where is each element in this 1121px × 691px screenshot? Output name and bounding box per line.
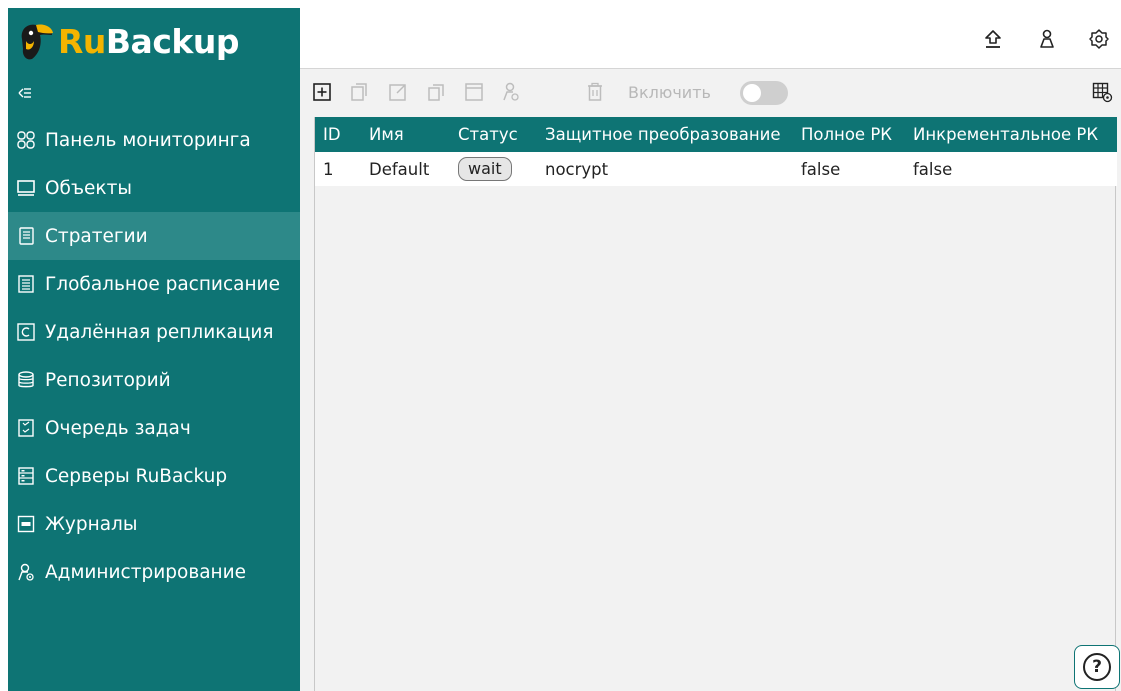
sidebar-item-remote-replication[interactable]: Удалённая репликация [8,308,300,356]
schedule-icon [16,274,36,294]
sidebar-item-label: Объекты [45,177,132,199]
cell-name: Default [369,159,430,179]
dashboard-icon [16,130,36,150]
sidebar-item-logs[interactable]: Журналы [8,500,300,548]
add-icon[interactable] [311,81,333,103]
admin-icon [16,562,36,582]
cell-protection: nocrypt [545,159,609,179]
column-header-status[interactable]: Статус [450,117,537,152]
upload-icon[interactable] [982,28,1004,50]
sidebar-item-task-queue[interactable]: Очередь задач [8,404,300,452]
help-button[interactable]: ? [1074,645,1120,689]
copy-icon[interactable] [348,81,370,103]
sidebar-item-objects[interactable]: Объекты [8,164,300,212]
enable-label: Включить [628,83,711,102]
sidebar-item-label: Удалённая репликация [45,321,274,343]
strategies-table-container: ID Имя Статус Защитное преобразование По… [314,117,1117,691]
delete-trash-icon[interactable] [584,81,606,103]
task-queue-icon [16,418,36,438]
toucan-logo-icon [21,24,53,60]
sidebar-item-label: Журналы [45,513,138,535]
toggle-knob [743,84,761,102]
user-icon[interactable] [1036,28,1058,50]
strategy-icon [16,226,36,246]
sidebar-item-label: Очередь задач [45,417,191,439]
window-icon[interactable] [463,81,485,103]
cell-status: wait [450,152,537,186]
column-header-id[interactable]: ID [315,117,361,152]
enable-toggle[interactable] [740,81,788,105]
main-content: ID Имя Статус Защитное преобразование По… [300,115,1121,691]
sidebar-item-strategies[interactable]: Стратегии [8,212,300,260]
collapse-sidebar-icon[interactable] [16,84,34,102]
sidebar: RuBackup Панель мониторинга Объекты Стра… [8,8,300,691]
edit-icon[interactable] [387,81,409,103]
toolbar: Включить [300,69,1121,115]
replication-icon [16,322,36,342]
column-header-full-backup[interactable]: Полное РК [793,117,905,152]
help-icon: ? [1083,653,1111,681]
top-header [300,8,1121,69]
sidebar-item-label: Стратегии [45,225,148,247]
sidebar-item-repository[interactable]: Репозиторий [8,356,300,404]
sidebar-item-label: Серверы RuBackup [45,465,228,487]
sidebar-item-dashboard[interactable]: Панель мониторинга [8,116,300,164]
sidebar-item-label: Администрирование [45,561,247,583]
sidebar-item-global-schedule[interactable]: Глобальное расписание [8,260,300,308]
logo: RuBackup [8,8,300,74]
server-icon [16,466,36,486]
cell-full-backup: false [801,159,841,179]
sidebar-nav: Панель мониторинга Объекты Стратегии Гло… [8,116,300,596]
user-assign-icon[interactable] [500,81,522,103]
column-header-protection[interactable]: Защитное преобразование [537,117,793,152]
cell-incremental-backup: false [913,159,953,179]
monitor-icon [16,178,36,198]
log-icon [16,514,36,534]
column-header-incremental-backup[interactable]: Инкрементальное РК [905,117,1117,152]
table-row[interactable]: 1 Default wait nocrypt false false [315,152,1117,186]
table-header-row: ID Имя Статус Защитное преобразование По… [315,117,1117,152]
sidebar-item-administration[interactable]: Администрирование [8,548,300,596]
duplicate-icon[interactable] [425,81,447,103]
strategies-table: ID Имя Статус Защитное преобразование По… [315,117,1117,186]
database-icon [16,370,36,390]
sidebar-item-label: Репозиторий [45,369,171,391]
sidebar-item-servers[interactable]: Серверы RuBackup [8,452,300,500]
cell-id: 1 [323,159,334,179]
status-badge: wait [458,157,512,181]
logo-text: RuBackup [58,21,239,61]
settings-gear-icon[interactable] [1088,28,1110,50]
sidebar-item-label: Глобальное расписание [45,273,280,295]
column-header-name[interactable]: Имя [361,117,450,152]
table-settings-icon[interactable] [1091,81,1113,103]
sidebar-item-label: Панель мониторинга [45,129,251,151]
